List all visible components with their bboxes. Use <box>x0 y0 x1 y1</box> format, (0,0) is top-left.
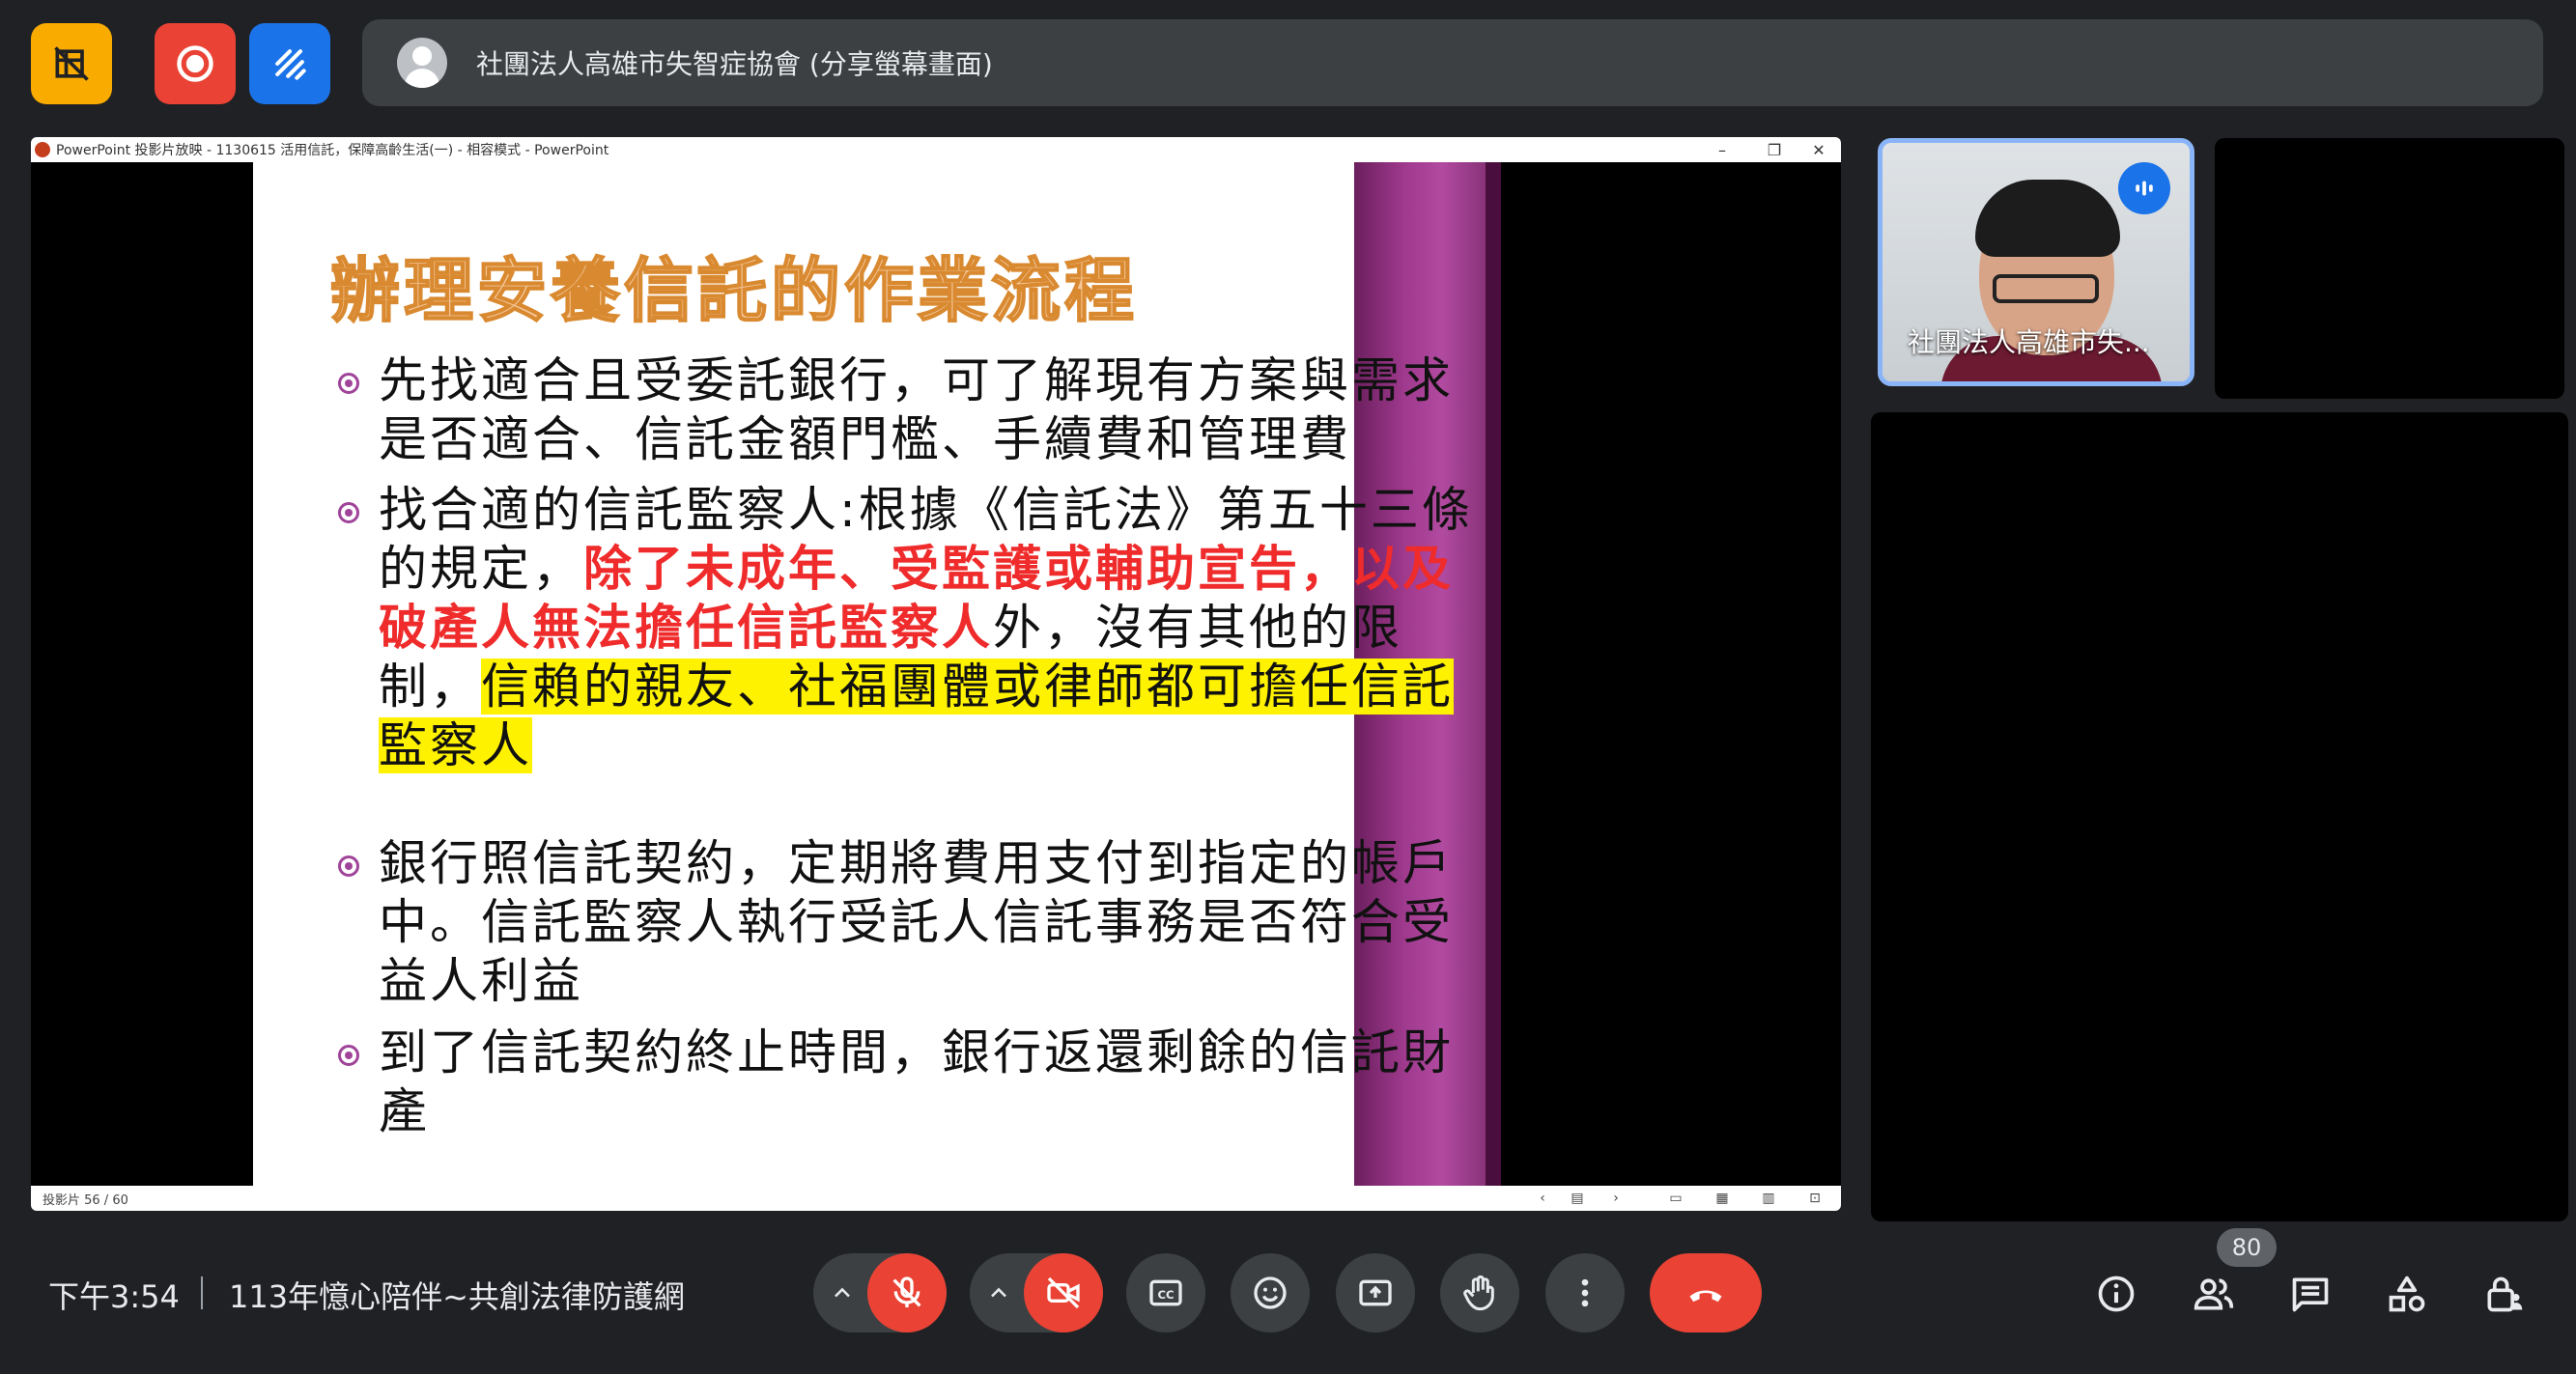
slide-bullet: 銀行照信託契約，定期將費用支付到指定的帳戶中。信託監察人執行受託人信託事務是否符… <box>338 834 1499 1011</box>
hide-self-view-button[interactable] <box>31 23 112 104</box>
closed-captions-icon: CC <box>1149 1279 1182 1306</box>
slide-title: 辦理安養信託的作業流程 <box>329 248 1139 332</box>
activities-button[interactable] <box>2382 1269 2432 1319</box>
slide-bullet: 找合適的信託監察人:根據《信託法》第五十三條的規定，除了未成年、受監護或輔助宣告… <box>338 481 1499 775</box>
participant-count-badge: 80 <box>2217 1228 2277 1267</box>
info-icon <box>2098 1276 2135 1312</box>
ppt-window-title: PowerPoint 投影片放映 - 1130615 活用信託，保障高齡生活(一… <box>56 143 609 158</box>
presenter-title: 社團法人高雄市失智症協會 (分享螢幕畫面) <box>476 48 993 80</box>
slide-bullet: 先找適合且受委託銀行，可了解現有方案與需求是否適合、信託金額門檻、手續費和管理費 <box>338 351 1499 469</box>
audio-options-chevron-icon[interactable] <box>813 1253 871 1332</box>
no-video-grid-icon <box>54 46 89 81</box>
svg-text:CC: CC <box>1157 1288 1174 1302</box>
captions-button[interactable]: CC <box>1126 1253 1205 1332</box>
reading-view-icon[interactable]: ▥ <box>1760 1190 1777 1207</box>
participant-tile[interactable]: 社團法人高雄市失... <box>1878 138 2194 386</box>
meeting-clock: 下午3:54 <box>48 1278 180 1315</box>
participant-name: 社團法人高雄市失... <box>1908 326 2150 358</box>
slide-bullet: 到了信託契約終止時間，銀行返還剩餘的信託財產 <box>338 1023 1499 1141</box>
slideshow-view-icon[interactable]: ⊡ <box>1806 1190 1824 1207</box>
ppt-titlebar: PowerPoint 投影片放映 - 1130615 活用信託，保障高齡生活(一… <box>31 137 1841 162</box>
participant-tile-empty[interactable] <box>2215 138 2564 399</box>
bullet-highlight-text: 信賴的親友、社福團體或律師都可擔任信託監察人 <box>379 659 1454 773</box>
presenter-banner: 社團法人高雄市失智症協會 (分享螢幕畫面) <box>362 19 2543 106</box>
microphone-button[interactable] <box>867 1253 947 1332</box>
camera-button[interactable] <box>1024 1253 1103 1332</box>
chat-button[interactable] <box>2285 1269 2335 1319</box>
present-button[interactable] <box>1336 1253 1415 1332</box>
pen-scribble-icon <box>275 49 306 80</box>
meeting-name: 113年憶心陪伴~共創法律防護網 <box>229 1278 685 1315</box>
hand-icon <box>1463 1275 1494 1311</box>
shared-screen: PowerPoint 投影片放映 - 1130615 活用信託，保障高齡生活(一… <box>31 137 1841 1211</box>
bullet-icon <box>338 855 359 877</box>
raise-hand-button[interactable] <box>1440 1253 1519 1332</box>
bullet-icon <box>338 373 359 394</box>
recording-button[interactable] <box>155 23 236 104</box>
bullet-icon <box>338 502 359 523</box>
leave-call-button[interactable] <box>1650 1253 1762 1332</box>
powerpoint-icon <box>35 142 50 157</box>
sorter-view-icon[interactable]: ▦ <box>1713 1190 1731 1207</box>
bullet-icon <box>338 1045 359 1066</box>
hang-up-icon <box>1689 1290 1722 1303</box>
ppt-statusbar: 投影片 56 / 60 ‹ ▤ › ▭ ▦ ▥ ⊡ <box>31 1186 1841 1211</box>
chat-icon <box>2292 1277 2329 1312</box>
record-icon <box>177 45 213 82</box>
more-vert-icon <box>1581 1278 1589 1307</box>
next-slide-icon[interactable]: › <box>1607 1190 1625 1207</box>
mic-off-icon <box>892 1276 921 1307</box>
participant-tile-empty[interactable] <box>1871 412 2568 1221</box>
slide-menu-icon[interactable]: ▤ <box>1569 1190 1586 1207</box>
emoji-icon <box>1254 1276 1287 1309</box>
divider <box>201 1276 203 1309</box>
host-controls-button[interactable] <box>2478 1269 2529 1319</box>
present-screen-icon <box>1359 1279 1392 1306</box>
meeting-details-button[interactable] <box>2091 1269 2141 1319</box>
speaking-indicator-icon <box>2118 162 2170 214</box>
people-button[interactable] <box>2189 1269 2239 1319</box>
prev-slide-icon[interactable]: ‹ <box>1534 1190 1551 1207</box>
slide-counter: 投影片 56 / 60 <box>42 1192 128 1208</box>
annotate-button[interactable] <box>249 23 330 104</box>
more-options-button[interactable] <box>1545 1253 1625 1332</box>
slide: 辦理安養信託的作業流程 先找適合且受委託銀行，可了解現有方案與需求是否適合、信託… <box>253 162 1501 1186</box>
avatar <box>397 38 447 88</box>
restore-icon[interactable]: ❐ <box>1752 137 1797 162</box>
people-icon <box>2194 1278 2234 1310</box>
reactions-button[interactable] <box>1231 1253 1310 1332</box>
lock-person-icon <box>2487 1276 2523 1312</box>
shapes-icon <box>2389 1276 2425 1312</box>
normal-view-icon[interactable]: ▭ <box>1667 1190 1684 1207</box>
camera-off-icon <box>1047 1276 1080 1309</box>
minimize-icon[interactable]: – <box>1700 137 1744 162</box>
participant-glasses <box>1993 274 2099 303</box>
close-icon[interactable]: ✕ <box>1797 137 1841 162</box>
video-options-chevron-icon[interactable] <box>970 1253 1028 1332</box>
